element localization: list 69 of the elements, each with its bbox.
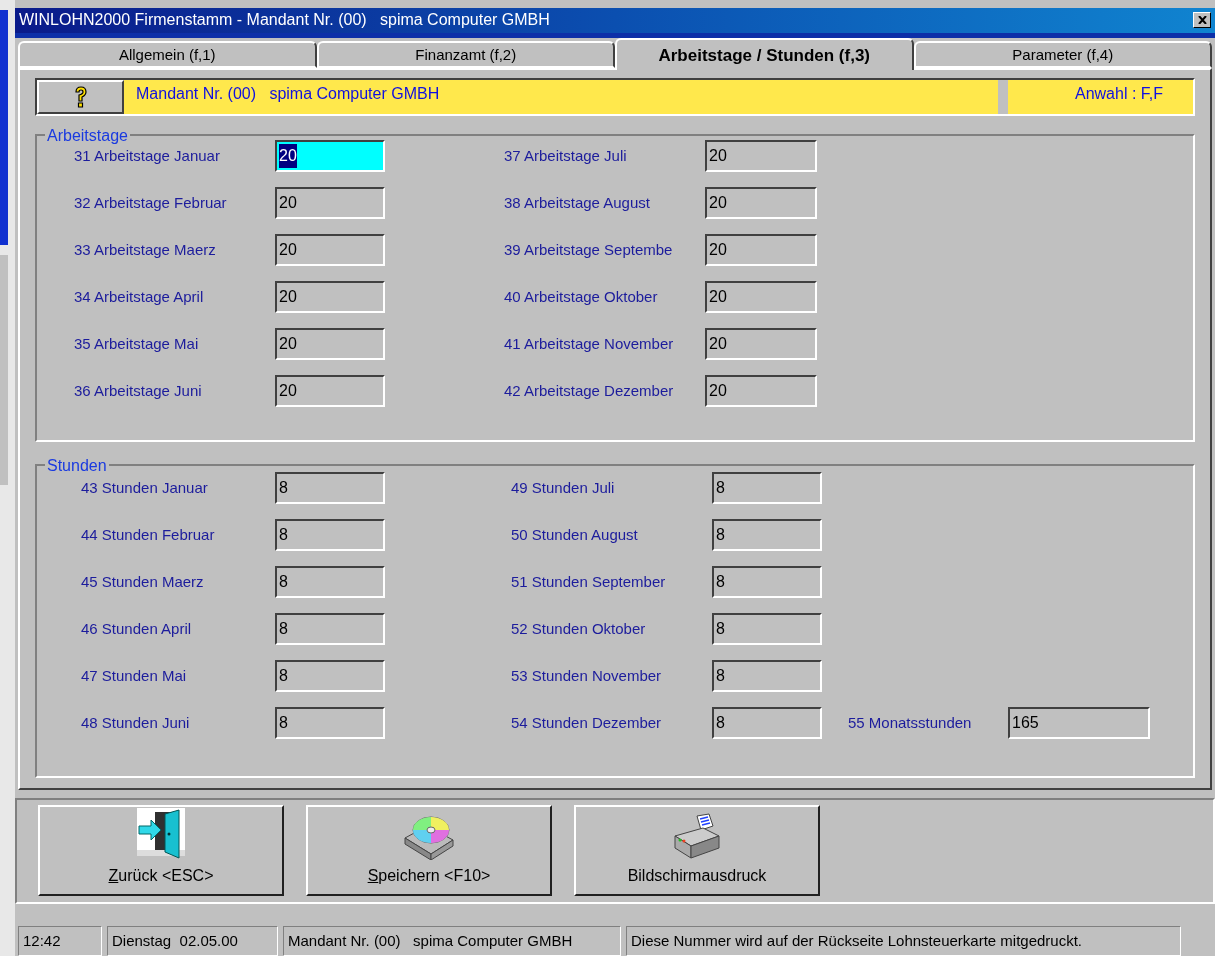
tab[interactable]: Finanzamt (f,2)	[316, 41, 615, 69]
field-label: 42 Arbeitstage Dezember	[504, 381, 675, 402]
input-field[interactable]: 8	[712, 472, 822, 505]
field-label: 34 Arbeitstage April	[74, 287, 205, 308]
status-panel: Diese Nummer wird auf der Rückseite Lohnsteuerkarte mitgedruckt.	[626, 925, 1181, 956]
input-field[interactable]: 20	[705, 187, 817, 220]
input-field[interactable]: 8	[275, 707, 385, 740]
field-label: 51 Stunden September	[511, 572, 667, 593]
field-label: 55 Monatsstunden	[848, 713, 973, 734]
input-field[interactable]: 20	[275, 375, 385, 408]
close-icon	[1197, 16, 1207, 25]
door-exit-icon	[135, 806, 187, 861]
field-label: 44 Stunden Februar	[81, 525, 216, 546]
input-field[interactable]: 20	[705, 328, 817, 361]
info-text: Mandant Nr. (00) spima Computer GMBH	[136, 84, 440, 105]
input-field[interactable]: 8	[712, 707, 822, 740]
selection-text: Anwahl : F,F	[1074, 84, 1163, 105]
question-mark-icon	[72, 85, 89, 110]
input-field[interactable]: 8	[712, 613, 822, 646]
input-field[interactable]: 20	[275, 187, 385, 220]
field-label: 46 Stunden April	[81, 619, 193, 640]
input-field[interactable]: 20	[705, 375, 817, 408]
field-label: 32 Arbeitstage Februar	[74, 193, 228, 214]
tab[interactable]: Parameter (f,4)	[913, 41, 1212, 69]
input-field[interactable]: 8	[712, 566, 822, 599]
input-field[interactable]: 8	[712, 660, 822, 693]
input-field[interactable]: 8	[275, 566, 385, 599]
print-button[interactable]: Bildschirmausdruck	[574, 805, 820, 897]
field-label: 40 Arbeitstage Oktober	[504, 287, 659, 308]
field-label: 37 Arbeitstage Juli	[504, 146, 628, 167]
field-label: 52 Stunden Oktober	[511, 619, 647, 640]
field-label: 35 Arbeitstage Mai	[74, 334, 200, 355]
input-field[interactable]: 20	[705, 140, 817, 173]
input-field[interactable]: 8	[275, 472, 385, 505]
input-field[interactable]: 20	[275, 140, 385, 173]
field-label: 48 Stunden Juni	[81, 713, 191, 734]
tab[interactable]: Allgemein (f,1)	[18, 41, 317, 69]
field-label: 50 Stunden August	[511, 525, 639, 546]
status-panel: 12:42	[18, 925, 102, 956]
back-button[interactable]: Zurück <ESC>	[38, 805, 284, 897]
input-field[interactable]: 8	[275, 519, 385, 552]
status-panel: Dienstag 02.05.00	[107, 925, 278, 956]
input-field[interactable]: 8	[712, 519, 822, 552]
window-title: WINLOHN2000 Firmenstamm - Mandant Nr. (00) spima Computer GMBH	[19, 10, 550, 31]
input-field[interactable]: 8	[275, 613, 385, 646]
field-label: 41 Arbeitstage November	[504, 334, 675, 355]
field-label: 33 Arbeitstage Maerz	[74, 240, 217, 261]
field-label: 36 Arbeitstage Juni	[74, 381, 203, 402]
help-button[interactable]	[37, 80, 124, 115]
input-field[interactable]: 165	[1008, 707, 1150, 740]
input-field[interactable]: 8	[275, 660, 385, 693]
field-label: 47 Stunden Mai	[81, 666, 188, 687]
field-label: 43 Stunden Januar	[81, 478, 209, 499]
field-label: 49 Stunden Juli	[511, 478, 616, 499]
status-panel: Mandant Nr. (00) spima Computer GMBH	[283, 925, 621, 956]
input-field[interactable]: 20	[275, 281, 385, 314]
save-button[interactable]: Speichern <F10>	[306, 805, 552, 897]
field-label: 54 Stunden Dezember	[511, 713, 663, 734]
field-label: 39 Arbeitstage Septembe	[504, 240, 674, 261]
field-label: 31 Arbeitstage Januar	[74, 146, 221, 167]
field-label: 45 Stunden Maerz	[81, 572, 205, 593]
close-button[interactable]	[1193, 12, 1211, 29]
field-label: 53 Stunden November	[511, 666, 663, 687]
tab[interactable]: Arbeitstage / Stunden (f,3)	[615, 38, 914, 71]
input-field[interactable]: 20	[705, 234, 817, 267]
input-field[interactable]: 20	[275, 328, 385, 361]
input-field[interactable]: 20	[275, 234, 385, 267]
input-field[interactable]: 20	[705, 281, 817, 314]
field-label: 38 Arbeitstage August	[504, 193, 651, 214]
